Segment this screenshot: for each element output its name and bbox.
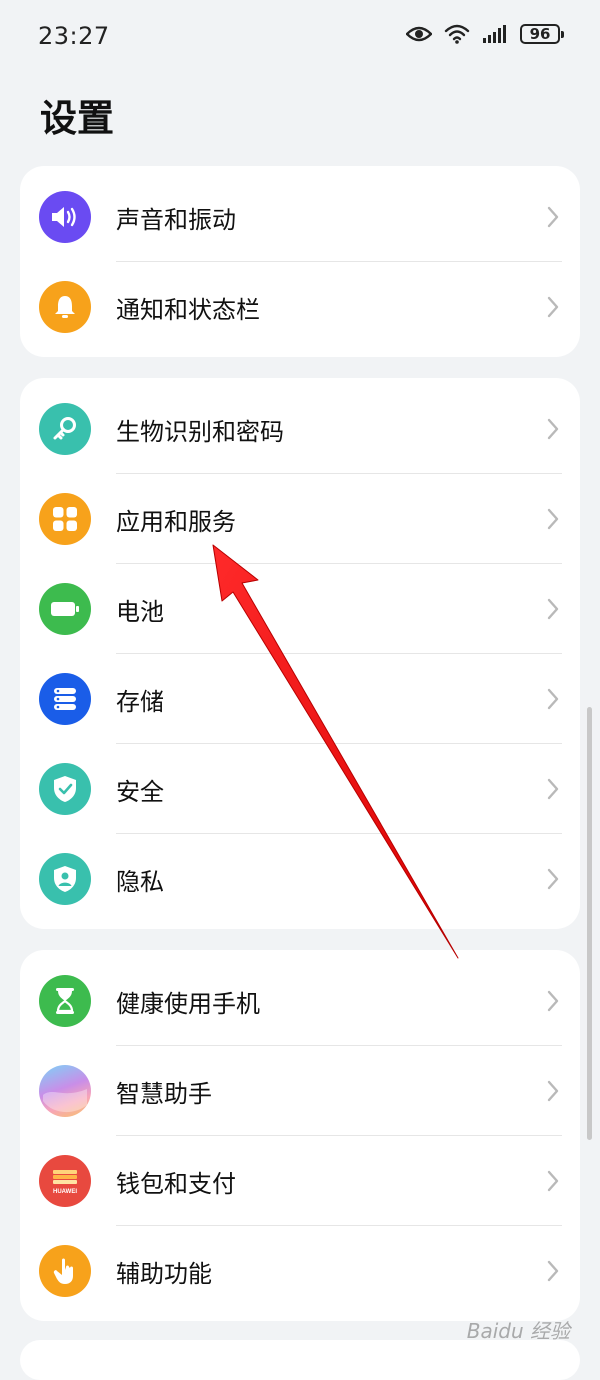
battery-indicator: 96 [520,24,564,44]
settings-item-apps-services[interactable]: 应用和服务 [20,474,580,564]
eye-icon [406,26,432,42]
storage-icon [54,688,76,710]
chevron-right-icon [547,990,559,1012]
watermark: Baidu 经验 [466,1319,570,1343]
chevron-right-icon [547,1080,559,1102]
status-time: 23:27 [38,22,110,50]
hourglass-icon [56,988,74,1014]
settings-item-privacy[interactable]: 隐私 [20,834,580,924]
settings-item-notifications[interactable]: 通知和状态栏 [20,262,580,352]
settings-group-3: 健康使用手机 智慧助手 HUAWEI 钱包和支付 辅助功能 [20,950,580,1321]
scrollbar[interactable] [587,707,592,1140]
chevron-right-icon [547,1260,559,1282]
chevron-right-icon [547,508,559,530]
assistant-orb-icon [43,1089,87,1113]
bell-icon [55,296,75,318]
chevron-right-icon [547,206,559,228]
settings-item-label: 电池 [116,597,164,626]
chevron-right-icon [547,868,559,890]
settings-item-label: 生物识别和密码 [116,417,284,446]
settings-item-label: 应用和服务 [116,507,236,536]
settings-item-storage[interactable]: 存储 [20,654,580,744]
settings-item-security[interactable]: 安全 [20,744,580,834]
settings-item-accessibility[interactable]: 辅助功能 [20,1226,580,1316]
speaker-icon [52,207,76,227]
chevron-right-icon [547,296,559,318]
page-title: 设置 [40,97,114,140]
chevron-right-icon [547,1170,559,1192]
settings-item-sound-vibration[interactable]: 声音和振动 [20,172,580,262]
settings-item-digital-balance[interactable]: 健康使用手机 [20,956,580,1046]
privacy-shield-icon [54,866,76,892]
settings-group-2: 生物识别和密码 应用和服务 电池 存储 安全 隐私 [20,378,580,929]
settings-item-wallet-payment[interactable]: HUAWEI 钱包和支付 [20,1136,580,1226]
settings-group-4-partial [20,1340,580,1380]
settings-item-label: 辅助功能 [116,1259,212,1288]
wallet-icon: HUAWEI [53,1170,77,1195]
settings-group-1: 声音和振动 通知和状态栏 [20,166,580,357]
settings-item-label: 安全 [116,777,164,806]
settings-item-label: 通知和状态栏 [116,295,260,324]
settings-item-battery[interactable]: 电池 [20,564,580,654]
settings-item-label: 健康使用手机 [116,989,260,1018]
chevron-right-icon [547,778,559,800]
battery-icon [51,602,79,616]
settings-item-label: 隐私 [116,867,164,896]
chevron-right-icon [547,688,559,710]
apps-grid-icon [53,507,77,531]
shield-check-icon [54,776,76,802]
settings-item-label: 存储 [116,687,164,716]
settings-item-label: 声音和振动 [116,205,236,234]
signal-icon [483,25,506,43]
wifi-icon [444,24,470,44]
status-icons: 96 [406,24,564,44]
status-bar: 23:27 96 [0,0,600,76]
settings-item-label: 钱包和支付 [116,1169,236,1198]
settings-item-smart-assistant[interactable]: 智慧助手 [20,1046,580,1136]
settings-item-biometrics-password[interactable]: 生物识别和密码 [20,384,580,474]
chevron-right-icon [547,418,559,440]
wallet-brand-text: HUAWEI [53,1189,77,1195]
key-icon [53,417,76,440]
settings-item-label: 智慧助手 [116,1079,212,1108]
hand-tap-icon [53,1258,73,1284]
chevron-right-icon [547,598,559,620]
